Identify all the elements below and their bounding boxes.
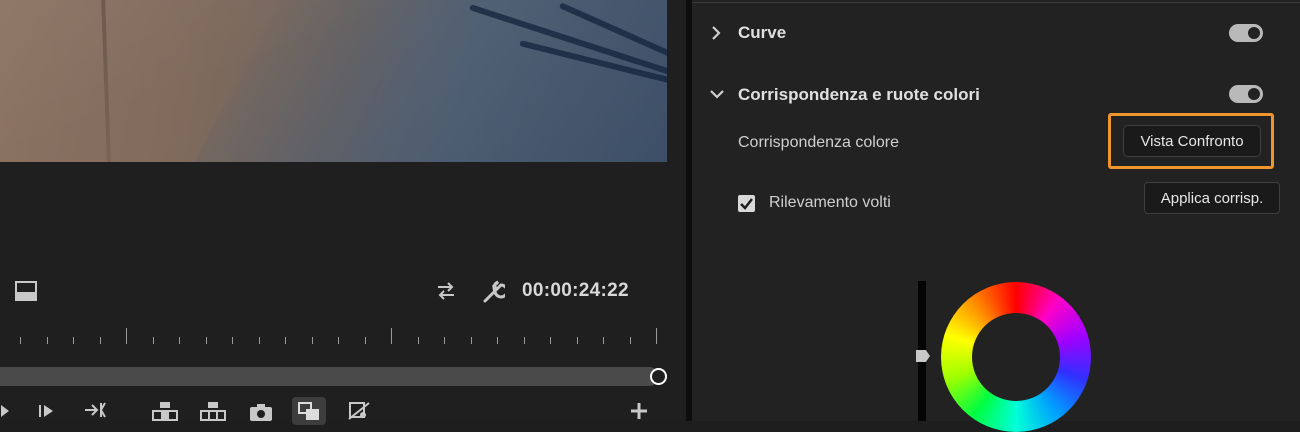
playback-scrub-bar[interactable]	[0, 367, 658, 386]
ruler-tick	[418, 337, 419, 344]
color-match-label: Corrispondenza colore	[738, 134, 899, 151]
apply-match-button[interactable]: Applica corrisp.	[1144, 182, 1280, 214]
ruler-tick	[577, 337, 578, 344]
section-title-color-match[interactable]: Corrispondenza e ruote colori	[738, 85, 980, 105]
toggle-knob	[1248, 88, 1260, 100]
proxy-icon[interactable]	[346, 401, 372, 421]
ruler-tick	[524, 337, 525, 344]
playhead-handle[interactable]	[650, 368, 667, 385]
luma-slider-handle[interactable]	[916, 350, 930, 362]
ruler-tick	[365, 337, 366, 344]
current-timecode[interactable]: 00:00:24:22	[522, 280, 629, 302]
color-wheel-center	[972, 313, 1060, 401]
preview-shadow	[168, 0, 667, 162]
ruler-tick	[312, 337, 313, 344]
ruler-tick	[444, 337, 445, 344]
ruler-tick	[73, 337, 74, 344]
chevron-right-icon[interactable]	[708, 24, 724, 42]
comparison-view-button[interactable]: Vista Confronto	[1123, 125, 1261, 157]
curves-enable-toggle[interactable]	[1229, 24, 1263, 42]
safe-margins-icon[interactable]	[14, 280, 38, 302]
camera-icon[interactable]	[248, 402, 274, 421]
ruler-tick	[603, 337, 604, 344]
ruler-tick	[497, 337, 498, 344]
ruler-tick	[630, 337, 631, 344]
ruler-tick	[206, 337, 207, 344]
comparison-view-icon	[296, 401, 322, 421]
ruler-tick	[179, 337, 180, 344]
extract-icon[interactable]	[198, 400, 228, 421]
ruler-tick	[47, 337, 48, 344]
ruler-tick	[259, 337, 260, 344]
section-title-curves[interactable]: Curve	[738, 23, 786, 43]
lumetri-color-panel: Curve Corrispondenza e ruote colori Corr…	[692, 0, 1300, 432]
ruler-tick	[232, 337, 233, 344]
plus-icon[interactable]	[628, 401, 650, 421]
ruler-tick	[285, 337, 286, 344]
loop-icon[interactable]	[434, 281, 458, 301]
video-preview[interactable]	[0, 0, 667, 162]
ruler-tick	[550, 337, 551, 344]
checkmark-icon	[740, 198, 753, 210]
panel-top-border	[692, 2, 1300, 3]
wrench-icon[interactable]	[480, 278, 506, 304]
face-detection-checkbox[interactable]	[738, 195, 755, 212]
ruler-tick	[391, 328, 392, 344]
ruler-tick	[100, 337, 101, 344]
ruler-tick	[471, 337, 472, 344]
ruler-tick	[153, 337, 154, 344]
toggle-knob	[1248, 27, 1260, 39]
ruler-tick	[338, 337, 339, 344]
program-monitor: 00:00:24:22	[0, 0, 686, 425]
preview-surface-crack	[101, 0, 111, 162]
chevron-down-icon[interactable]	[707, 86, 727, 102]
ruler-tick	[20, 337, 21, 344]
time-ruler[interactable]	[0, 326, 667, 346]
color-match-enable-toggle[interactable]	[1229, 85, 1263, 103]
go-to-out-icon[interactable]	[82, 400, 110, 420]
lift-icon[interactable]	[150, 400, 180, 421]
ruler-tick	[126, 328, 127, 344]
face-detection-label: Rilevamento volti	[769, 194, 891, 211]
ruler-tick	[656, 328, 657, 344]
step-forward-icon[interactable]	[36, 401, 58, 421]
step-back-icon[interactable]	[0, 401, 12, 421]
